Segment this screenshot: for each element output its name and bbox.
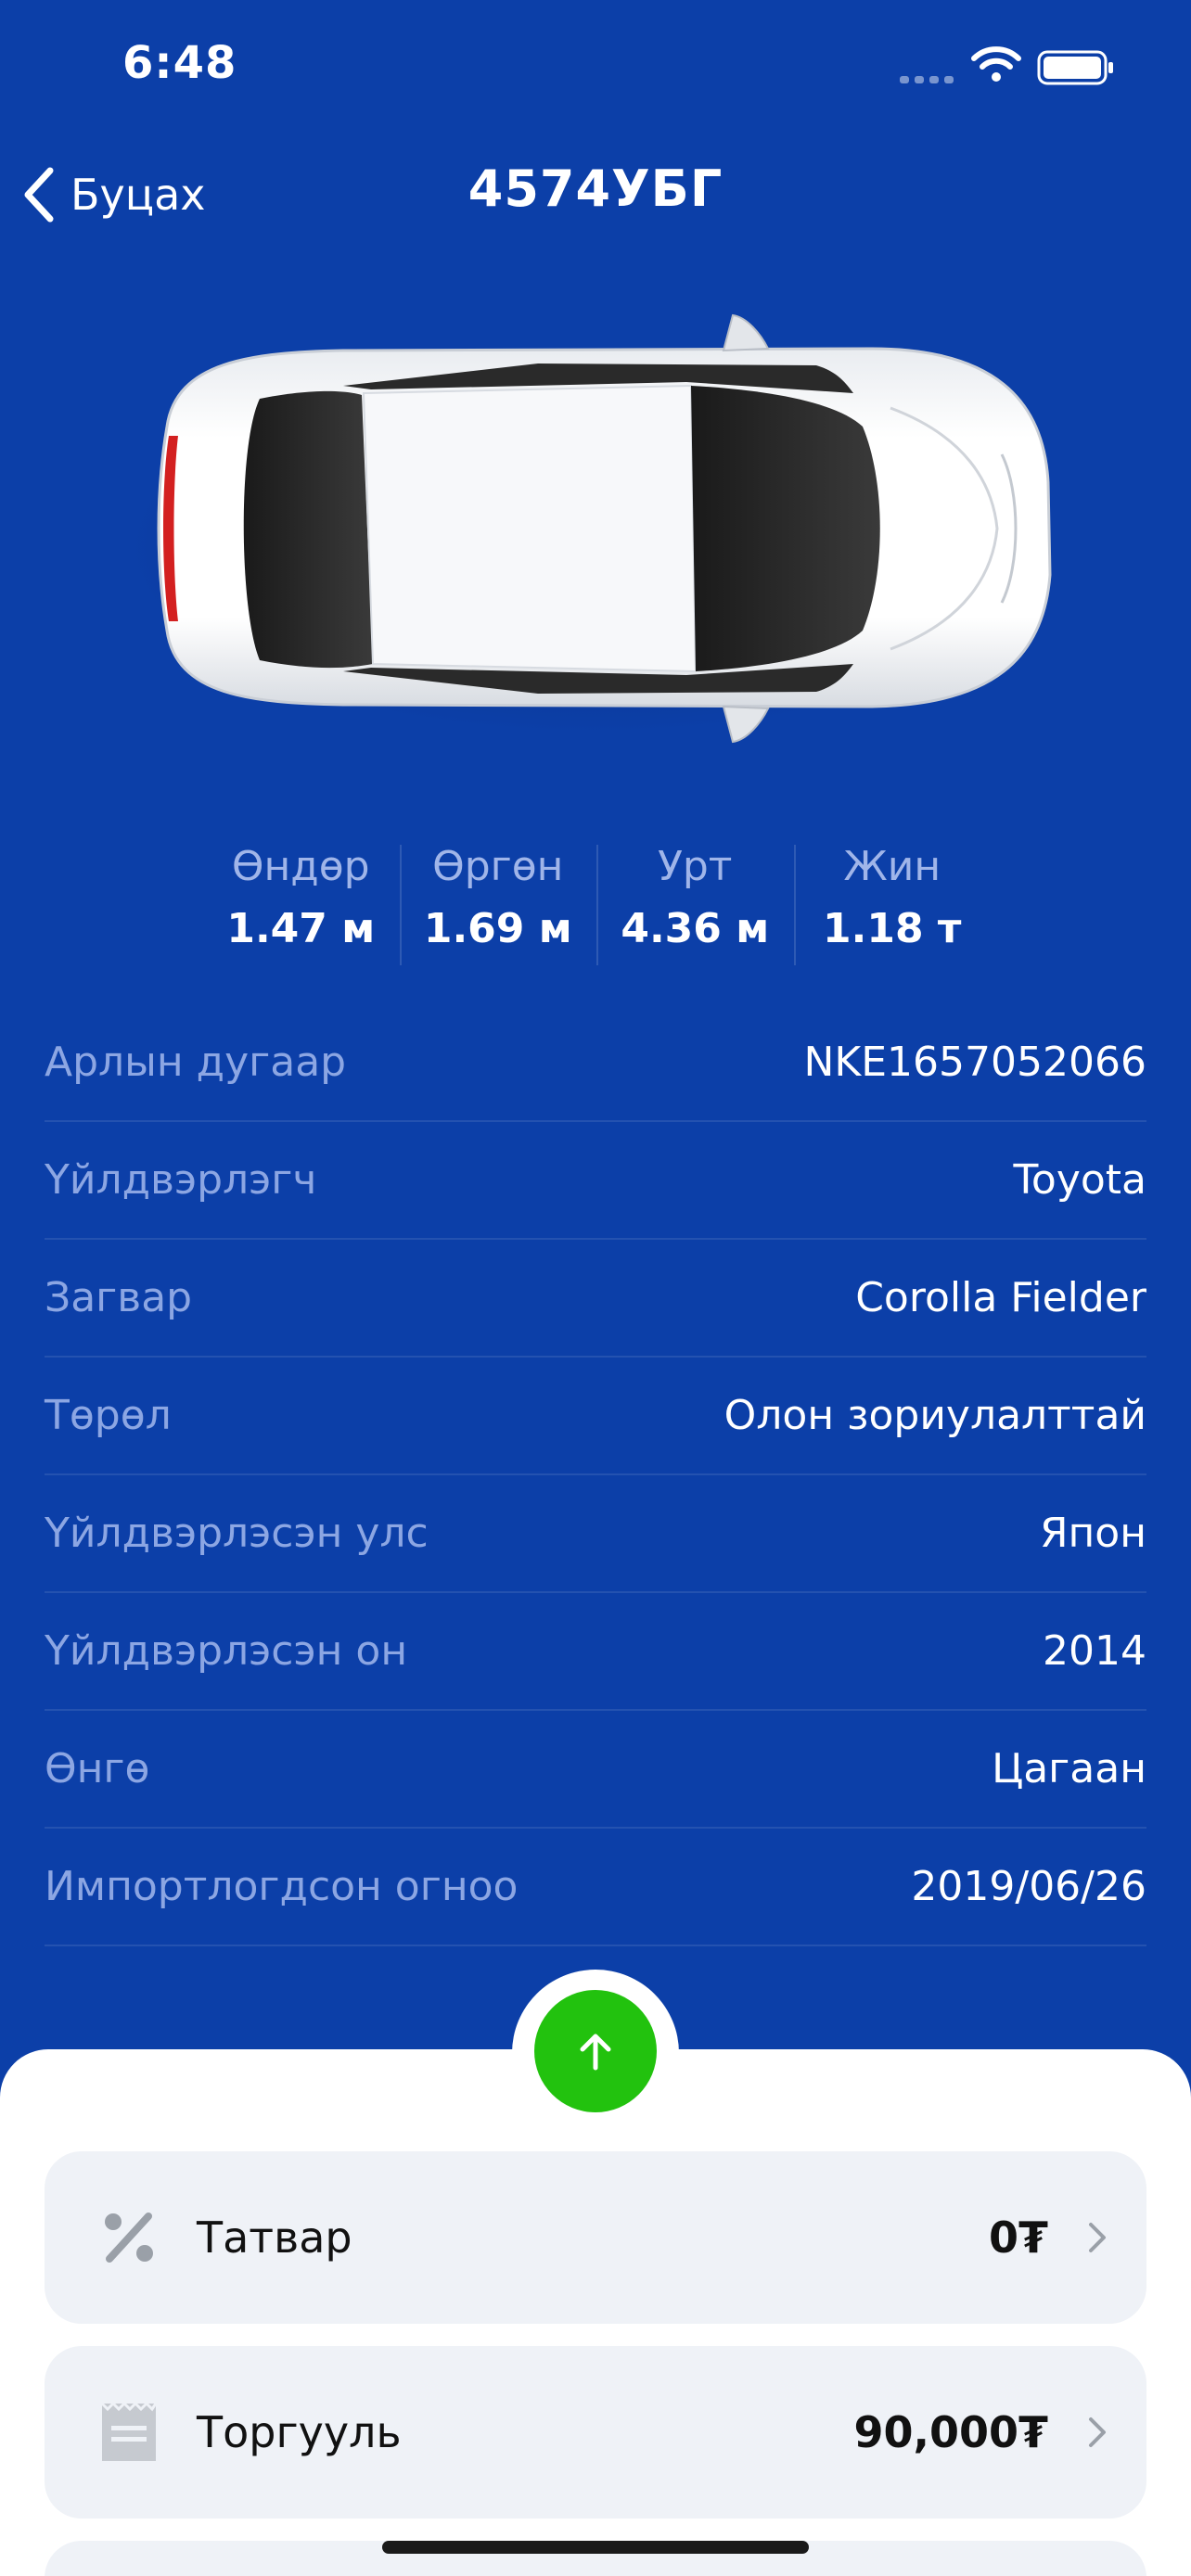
status-time: 6:48 [122,37,237,89]
dimension-label: Урт [658,843,733,890]
info-value: 2019/06/26 [911,1863,1146,1910]
info-value: Цагаан [992,1745,1146,1792]
info-label: Төрөл [45,1392,172,1439]
fine-card[interactable]: Торгууль 90,000₮ [45,2346,1146,2519]
info-label: Арлын дугаар [45,1039,347,1086]
card-label: Торгууль [197,2407,402,2457]
info-row-model: Загвар Corolla Fielder [45,1240,1146,1358]
percent-icon [105,2213,153,2263]
dimension-weight: Жин 1.18 т [793,839,992,978]
arrow-up-icon [580,2034,611,2071]
info-row-color: Өнгө Цагаан [45,1711,1146,1829]
expand-sheet-button[interactable] [534,1990,657,2112]
info-value: Toyota [1013,1156,1147,1204]
dimension-value: 4.36 м [621,905,770,952]
vehicle-detail-screen: 6:48 Буцах 4574УБГ Өндөр 1.47 м Өргөн 1.… [0,0,1191,2576]
dimension-height: Өндөр 1.47 м [202,839,400,978]
dimension-label: Жин [843,843,941,890]
info-value: Олон зориулалттай [724,1392,1146,1439]
card-label: Татвар [197,2213,352,2263]
info-row-year: Үйлдвэрлэсэн он 2014 [45,1593,1146,1711]
info-value: Япон [1039,1510,1146,1557]
receipt-icon [100,2401,158,2461]
info-value: 2014 [1043,1627,1146,1675]
dimension-value: 1.69 м [423,905,572,952]
info-label: Загвар [45,1274,193,1321]
info-row-manufacturer: Үйлдвэрлэгч Toyota [45,1122,1146,1240]
dimension-label: Өргөн [432,843,564,890]
info-row-country: Үйлдвэрлэсэн улс Япон [45,1475,1146,1593]
tax-card[interactable]: Татвар 0₮ [45,2151,1146,2324]
dimension-value: 1.18 т [823,905,962,952]
chevron-right-icon [1089,2223,1106,2252]
info-row-import-date: Импортлогдсон огноо 2019/06/26 [45,1829,1146,1946]
info-label: Импортлогдсон огноо [45,1863,519,1910]
dimension-length: Урт 4.36 м [596,839,794,978]
card-amount: 90,000₮ [853,2407,1048,2457]
home-indicator [382,2541,809,2554]
info-label: Үйлдвэрлэсэн улс [45,1510,429,1557]
cellular-signal-icon [900,76,954,83]
info-value: Corolla Fielder [855,1274,1146,1321]
battery-icon [1037,50,1113,85]
chevron-right-icon [1089,2417,1106,2447]
vehicle-info-list: Арлын дугаар NKE1657052066 Үйлдвэрлэгч T… [45,1004,1146,1946]
info-label: Үйлдвэрлэгч [45,1156,317,1204]
card-amount: 0₮ [988,2213,1048,2263]
wifi-icon [971,46,1021,82]
page-title: 4574УБГ [467,159,724,218]
info-label: Өнгө [45,1745,150,1792]
info-row-type: Төрөл Олон зориулалттай [45,1358,1146,1475]
info-label: Үйлдвэрлэсэн он [45,1627,408,1675]
info-row-vin: Арлын дугаар NKE1657052066 [45,1004,1146,1122]
dimension-width: Өргөн 1.69 м [399,839,597,978]
dimension-value: 1.47 м [226,905,376,952]
dimension-label: Өндөр [231,843,370,890]
info-value: NKE1657052066 [803,1039,1146,1086]
car-top-view-image [130,313,1057,744]
dimensions-strip: Өндөр 1.47 м Өргөн 1.69 м Урт 4.36 м Жин… [202,839,991,978]
